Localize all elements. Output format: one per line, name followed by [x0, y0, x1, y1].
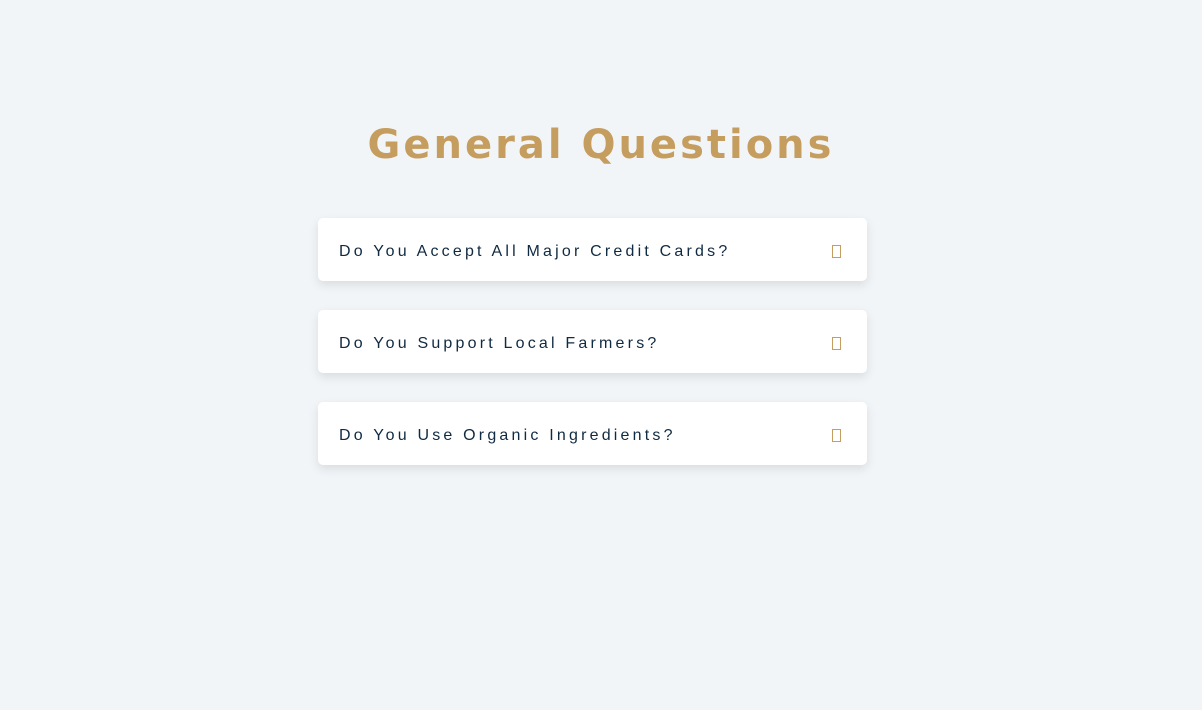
plus-icon	[831, 337, 841, 350]
faq-list: Do You Accept All Major Credit Cards? Do…	[318, 218, 867, 494]
plus-icon	[831, 245, 841, 258]
faq-item[interactable]: Do You Support Local Farmers?	[318, 310, 867, 373]
page-title: General Questions	[367, 122, 835, 168]
faq-item[interactable]: Do You Accept All Major Credit Cards?	[318, 218, 867, 281]
faq-question: Do You Accept All Major Credit Cards?	[339, 242, 731, 260]
faq-question: Do You Support Local Farmers?	[339, 334, 660, 352]
faq-toggle-button[interactable]	[827, 335, 845, 353]
plus-icon	[831, 429, 841, 442]
faq-item[interactable]: Do You Use Organic Ingredients?	[318, 402, 867, 465]
faq-toggle-button[interactable]	[827, 243, 845, 261]
faq-toggle-button[interactable]	[827, 427, 845, 445]
faq-question: Do You Use Organic Ingredients?	[339, 426, 676, 444]
